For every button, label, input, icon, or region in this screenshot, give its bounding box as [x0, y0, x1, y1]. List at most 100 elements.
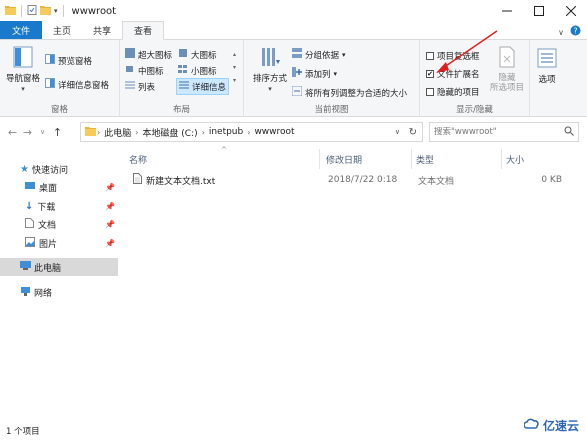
- options-button[interactable]: 选项: [532, 48, 562, 85]
- sort-by-button[interactable]: 排序方式 ▾: [250, 46, 290, 94]
- breadcrumb-this-pc[interactable]: 此电脑: [104, 126, 131, 139]
- breadcrumb-chevron-icon[interactable]: ›: [202, 128, 205, 137]
- item-checkboxes-checkbox[interactable]: [426, 52, 434, 60]
- hidden-items-toggle[interactable]: 隐藏的项目: [426, 86, 480, 98]
- breadcrumb-wwwroot[interactable]: wwwroot: [254, 127, 294, 137]
- tab-home[interactable]: 主页: [42, 21, 82, 39]
- layout-scroll[interactable]: ▴ ▾ ▾: [233, 48, 236, 87]
- pin-icon[interactable]: 📌: [105, 183, 115, 192]
- details-pane-button[interactable]: 详细信息窗格: [45, 78, 109, 91]
- column-header-type[interactable]: 类型: [412, 149, 502, 169]
- search-input[interactable]: [434, 127, 554, 137]
- show-hide-group: 项目复选框 ✔ 文件扩展名 隐藏的项目 隐藏 所选项目 显示/隐藏: [420, 40, 530, 117]
- group-by-button[interactable]: 分组依据 ▾: [292, 48, 346, 61]
- download-icon: ↓: [25, 200, 34, 212]
- nav-network[interactable]: 网络: [0, 283, 118, 301]
- column-header-size[interactable]: 大小: [502, 149, 562, 169]
- nav-documents[interactable]: 文档 📌: [0, 215, 118, 233]
- text-file-icon: [133, 173, 142, 187]
- address-row: ← → ∨ ↑ › 此电脑 › 本地磁盘 (C:) › inetpub › ww…: [0, 118, 587, 146]
- column-header-name[interactable]: 名称 ^: [125, 146, 320, 169]
- file-size-cell: 0 KB: [541, 175, 562, 185]
- folder-icon: [85, 126, 96, 139]
- tab-view[interactable]: 查看: [122, 21, 165, 40]
- search-box[interactable]: [429, 122, 579, 142]
- group-by-icon: [292, 48, 302, 61]
- hidden-items-checkbox[interactable]: [426, 88, 434, 96]
- layout-details[interactable]: 详细信息: [176, 78, 230, 95]
- details-pane-icon: [45, 78, 55, 91]
- hide-selected-button[interactable]: 隐藏 所选项目: [486, 46, 528, 93]
- sort-ascending-icon: ^: [221, 146, 227, 154]
- sort-icon: [260, 46, 280, 71]
- small-icons-icon: [178, 64, 188, 77]
- customize-dropdown-icon[interactable]: ▾: [54, 7, 58, 15]
- item-checkboxes-toggle[interactable]: 项目复选框: [426, 50, 480, 62]
- recent-chevron-icon[interactable]: ∨: [35, 128, 50, 136]
- minimize-button[interactable]: [491, 0, 523, 22]
- nav-pane-button[interactable]: 导航窗格 ▾: [4, 46, 42, 94]
- table-row[interactable]: 新建文本文档.txt 2018/7/22 0:18 文本文档 0 KB: [130, 171, 580, 189]
- document-icon: [25, 217, 34, 231]
- maximize-button[interactable]: [523, 0, 555, 22]
- back-arrow-icon[interactable]: ←: [5, 126, 20, 139]
- current-view-group: 排序方式 ▾ 分组依据 ▾ 添加列 ▾ 将所有列调整为合适的大小 当前视图: [244, 40, 420, 117]
- layout-medium-icons[interactable]: 中图标: [125, 64, 164, 77]
- layout-list[interactable]: 列表: [125, 80, 155, 93]
- breadcrumb-inetpub[interactable]: inetpub: [209, 127, 243, 137]
- address-dropdown-icon[interactable]: ∨: [395, 128, 400, 136]
- new-folder-icon[interactable]: [40, 5, 51, 18]
- layout-large-icons[interactable]: 大图标: [178, 48, 217, 61]
- file-name-cell: 新建文本文档.txt: [133, 171, 215, 189]
- tab-share[interactable]: 共享: [82, 21, 122, 39]
- close-button[interactable]: [555, 0, 587, 22]
- status-bar: 1 个项目: [0, 421, 587, 440]
- fit-columns-button[interactable]: 将所有列调整为合适的大小: [291, 85, 407, 99]
- file-extensions-checkbox[interactable]: ✔: [426, 70, 434, 78]
- item-count: 1 个项目: [6, 426, 40, 437]
- desktop-icon: [25, 181, 35, 194]
- nav-downloads[interactable]: ↓ 下载 📌: [0, 197, 118, 215]
- medium-icons-icon: [125, 64, 135, 77]
- computer-icon: [20, 261, 31, 273]
- breadcrumb-chevron-icon[interactable]: ›: [135, 128, 138, 137]
- pane-group-label: 窗格: [50, 105, 68, 115]
- quick-access-toolbar: ▾: [0, 4, 66, 18]
- list-icon: [125, 80, 135, 93]
- nav-quick-access[interactable]: ★ 快速访问: [0, 160, 118, 178]
- pin-icon[interactable]: 📌: [105, 239, 115, 248]
- column-header-modified[interactable]: 修改日期: [322, 149, 412, 169]
- window-title: wwwroot: [71, 5, 117, 17]
- tab-file[interactable]: 文件: [0, 21, 43, 39]
- nav-pictures[interactable]: 图片 📌: [0, 234, 118, 252]
- nav-desktop[interactable]: 桌面 📌: [0, 178, 118, 196]
- pin-icon[interactable]: 📌: [105, 202, 115, 211]
- details-icon: [179, 80, 189, 93]
- layout-small-icons[interactable]: 小图标: [178, 64, 217, 77]
- up-arrow-icon[interactable]: ↑: [50, 126, 65, 139]
- star-icon: ★: [20, 163, 29, 175]
- chevron-down-icon: ▾: [333, 69, 338, 78]
- address-bar[interactable]: › 此电脑 › 本地磁盘 (C:) › inetpub › wwwroot ∨ …: [80, 122, 423, 142]
- nav-this-pc[interactable]: 此电脑: [0, 258, 118, 276]
- preview-pane-button[interactable]: 预览窗格: [45, 54, 92, 67]
- breadcrumb-chevron-icon[interactable]: ›: [97, 128, 100, 137]
- chevron-down-icon: ▾: [342, 50, 346, 59]
- svg-text:?: ?: [573, 27, 577, 36]
- add-column-button[interactable]: 添加列 ▾: [292, 67, 337, 80]
- properties-icon[interactable]: [27, 4, 37, 18]
- ribbon: 导航窗格 ▾ 预览窗格 详细信息窗格 窗格 超大图标 大图标 中图标 小图标 列…: [0, 40, 587, 117]
- cloud-logo-icon: [523, 418, 540, 433]
- nav-pane-icon: [13, 46, 33, 71]
- forward-arrow-icon[interactable]: →: [20, 126, 35, 139]
- chevron-down-icon[interactable]: ∨: [558, 28, 564, 37]
- search-icon[interactable]: [564, 126, 574, 139]
- file-extensions-toggle[interactable]: ✔ 文件扩展名: [426, 68, 480, 80]
- refresh-icon[interactable]: ↻: [409, 127, 417, 138]
- breadcrumb-local-disk[interactable]: 本地磁盘 (C:): [142, 126, 197, 139]
- layout-extra-large-icons[interactable]: 超大图标: [125, 48, 172, 61]
- pin-icon[interactable]: 📌: [105, 220, 115, 229]
- breadcrumb-chevron-icon[interactable]: ›: [247, 128, 250, 137]
- network-icon: [20, 286, 31, 299]
- help-icon[interactable]: ?: [570, 25, 581, 39]
